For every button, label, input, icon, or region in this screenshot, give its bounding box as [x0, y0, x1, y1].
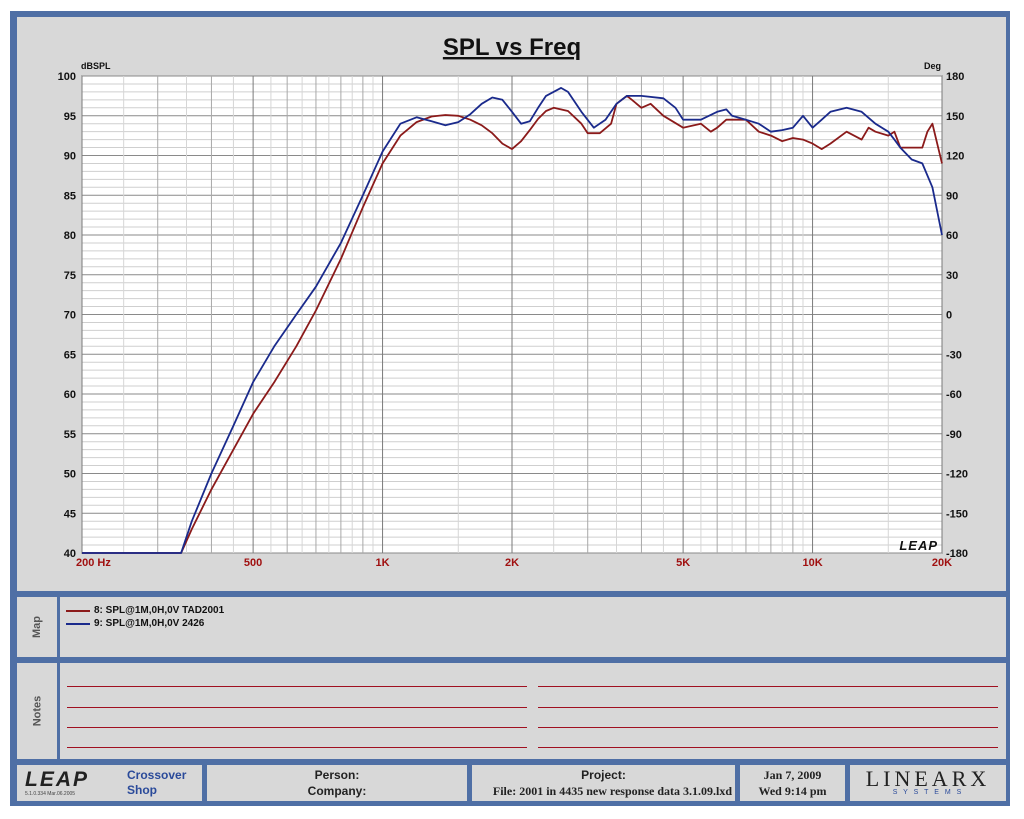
note-line[interactable] — [67, 747, 527, 748]
y-left-tick-label: 55 — [64, 429, 76, 441]
y-axis-left-label: dBSPL — [81, 61, 111, 71]
note-line[interactable] — [538, 686, 998, 687]
x-tick-label: 200 Hz — [76, 557, 111, 569]
legend-item-2426[interactable]: 9: SPL@1M,0H,0V 2426 — [66, 618, 204, 629]
y-right-tick-label: -90 — [946, 429, 962, 441]
x-tick-label: 1K — [376, 557, 390, 569]
note-line[interactable] — [67, 707, 527, 708]
legend-swatch — [66, 609, 90, 612]
notes-label: Notes — [31, 695, 43, 727]
y-left-tick-label: 60 — [64, 389, 76, 401]
note-line[interactable] — [538, 707, 998, 708]
spl-chart: SPL vs Freq dBSPL Deg 40 45 50 55 60 65 70 75 80… — [58, 34, 968, 569]
footer-person-box: Person: Company: — [207, 765, 467, 801]
footer-project-box: Project: File: 2001 in 4435 new response… — [472, 765, 735, 801]
x-tick-label: 5K — [676, 557, 690, 569]
notes-panel: Notes — [17, 663, 1006, 759]
y-left-tick-label: 80 — [64, 230, 76, 242]
x-tick-labels: 200 Hz 500 1K 2K 5K 10K 20K — [76, 557, 952, 569]
date-text: Jan 7, 2009 — [763, 768, 822, 782]
y-left-tick-labels: 40 45 50 55 60 65 70 75 80 85 90 95 100 — [58, 71, 76, 560]
leap-watermark: LEAP — [899, 538, 938, 553]
grid — [81, 75, 943, 554]
y-left-tick-label: 95 — [64, 111, 76, 123]
x-tick-label: 20K — [932, 557, 952, 569]
note-line[interactable] — [67, 727, 527, 728]
y-left-tick-label: 70 — [64, 310, 76, 322]
y-right-tick-label: 30 — [946, 270, 958, 282]
y-left-tick-label: 40 — [64, 548, 76, 560]
y-right-tick-label: 90 — [946, 190, 958, 202]
y-left-tick-label: 90 — [64, 151, 76, 163]
y-right-tick-label: 120 — [946, 151, 964, 163]
legend-item-tad2001[interactable]: 8: SPL@1M,0H,0V TAD2001 — [66, 605, 224, 616]
notes-side-label: Notes — [17, 663, 60, 759]
y-left-tick-label: 65 — [64, 349, 76, 361]
y-right-tick-label: -120 — [946, 469, 968, 481]
y-right-tick-label: -30 — [946, 349, 962, 361]
legend-swatch — [66, 622, 90, 625]
y-right-tick-labels: -180-150-120-90-60-300306090120150180 — [946, 71, 968, 560]
y-left-tick-label: 45 — [64, 508, 76, 520]
company-label: Company: — [307, 784, 367, 798]
x-tick-label: 500 — [244, 557, 262, 569]
footer-brand-box: LINEARX S Y S T E M S — [850, 765, 1006, 801]
y-left-tick-label: 85 — [64, 190, 76, 202]
note-line[interactable] — [538, 727, 998, 728]
note-line[interactable] — [67, 686, 527, 687]
note-line[interactable] — [538, 747, 998, 748]
project-label: Project: — [581, 768, 626, 782]
legend-label: 9: SPL@1M,0H,0V 2426 — [94, 618, 205, 629]
chart-title: SPL vs Freq — [443, 34, 581, 61]
person-label: Person: — [314, 768, 360, 782]
day-time-text: Wed 9:14 pm — [758, 784, 827, 798]
y-right-tick-label: 60 — [946, 230, 958, 242]
app-name-line1: Crossover — [127, 768, 187, 782]
y-axis-right-label: Deg — [924, 61, 941, 71]
y-left-tick-label: 50 — [64, 469, 76, 481]
app-name-line2: Shop — [127, 783, 157, 797]
y-left-tick-label: 100 — [58, 71, 76, 83]
footer-date-box: Jan 7, 2009 Wed 9:14 pm — [740, 765, 845, 801]
map-side-label: Map — [17, 597, 60, 657]
map-panel: Map 8: SPL@1M,0H,0V TAD2001 9: SPL@1M,0H… — [17, 597, 1006, 657]
map-label: Map — [31, 616, 43, 638]
linearx-subtitle: S Y S T E M S — [892, 789, 964, 796]
y-left-tick-label: 75 — [64, 270, 76, 282]
leap-logo: LEAP — [25, 768, 90, 791]
y-right-tick-label: 180 — [946, 71, 964, 83]
plot-panel: SPL vs Freq dBSPL Deg 40 45 50 55 60 65 70 75 80… — [17, 17, 1006, 591]
y-right-tick-label: 150 — [946, 111, 964, 123]
x-tick-label: 2K — [505, 557, 519, 569]
y-right-tick-label: 0 — [946, 310, 952, 322]
file-text: File: 2001 in 4435 new response data 3.1… — [492, 784, 732, 798]
y-right-tick-label: -60 — [946, 389, 962, 401]
y-right-tick-label: -150 — [946, 508, 968, 520]
legend-label: 8: SPL@1M,0H,0V TAD2001 — [94, 605, 225, 616]
x-tick-label: 10K — [802, 557, 822, 569]
logo-version: 5.1.0.334 Mar.06.2005 — [25, 791, 76, 797]
footer-logo-box: LEAP 5.1.0.334 Mar.06.2005 Crossover Sho… — [17, 765, 202, 801]
